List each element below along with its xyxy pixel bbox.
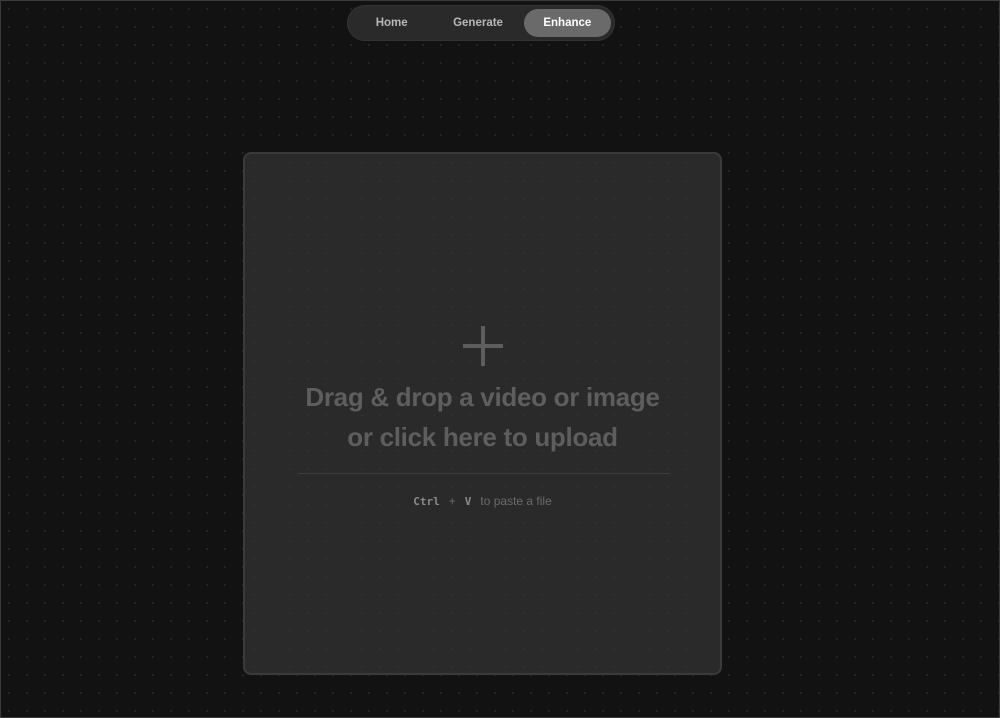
main-nav: Home Generate Enhance	[347, 5, 615, 41]
tab-enhance[interactable]: Enhance	[523, 9, 611, 37]
upload-instruction-line2: or click here to upload	[347, 422, 618, 452]
v-key: V	[464, 494, 472, 508]
divider	[298, 473, 670, 474]
plus-icon	[463, 326, 503, 366]
upload-dropzone[interactable]: Drag & drop a video or image or click he…	[243, 152, 722, 675]
paste-hint-text: to paste a file	[480, 494, 552, 508]
upload-instruction-line1: Drag & drop a video or image	[305, 382, 660, 412]
tab-generate[interactable]: Generate	[432, 9, 523, 37]
key-plus: +	[448, 494, 456, 508]
tab-home[interactable]: Home	[351, 9, 432, 37]
paste-hint: Ctrl + V to paste a file	[245, 494, 720, 508]
ctrl-key: Ctrl	[413, 494, 440, 508]
